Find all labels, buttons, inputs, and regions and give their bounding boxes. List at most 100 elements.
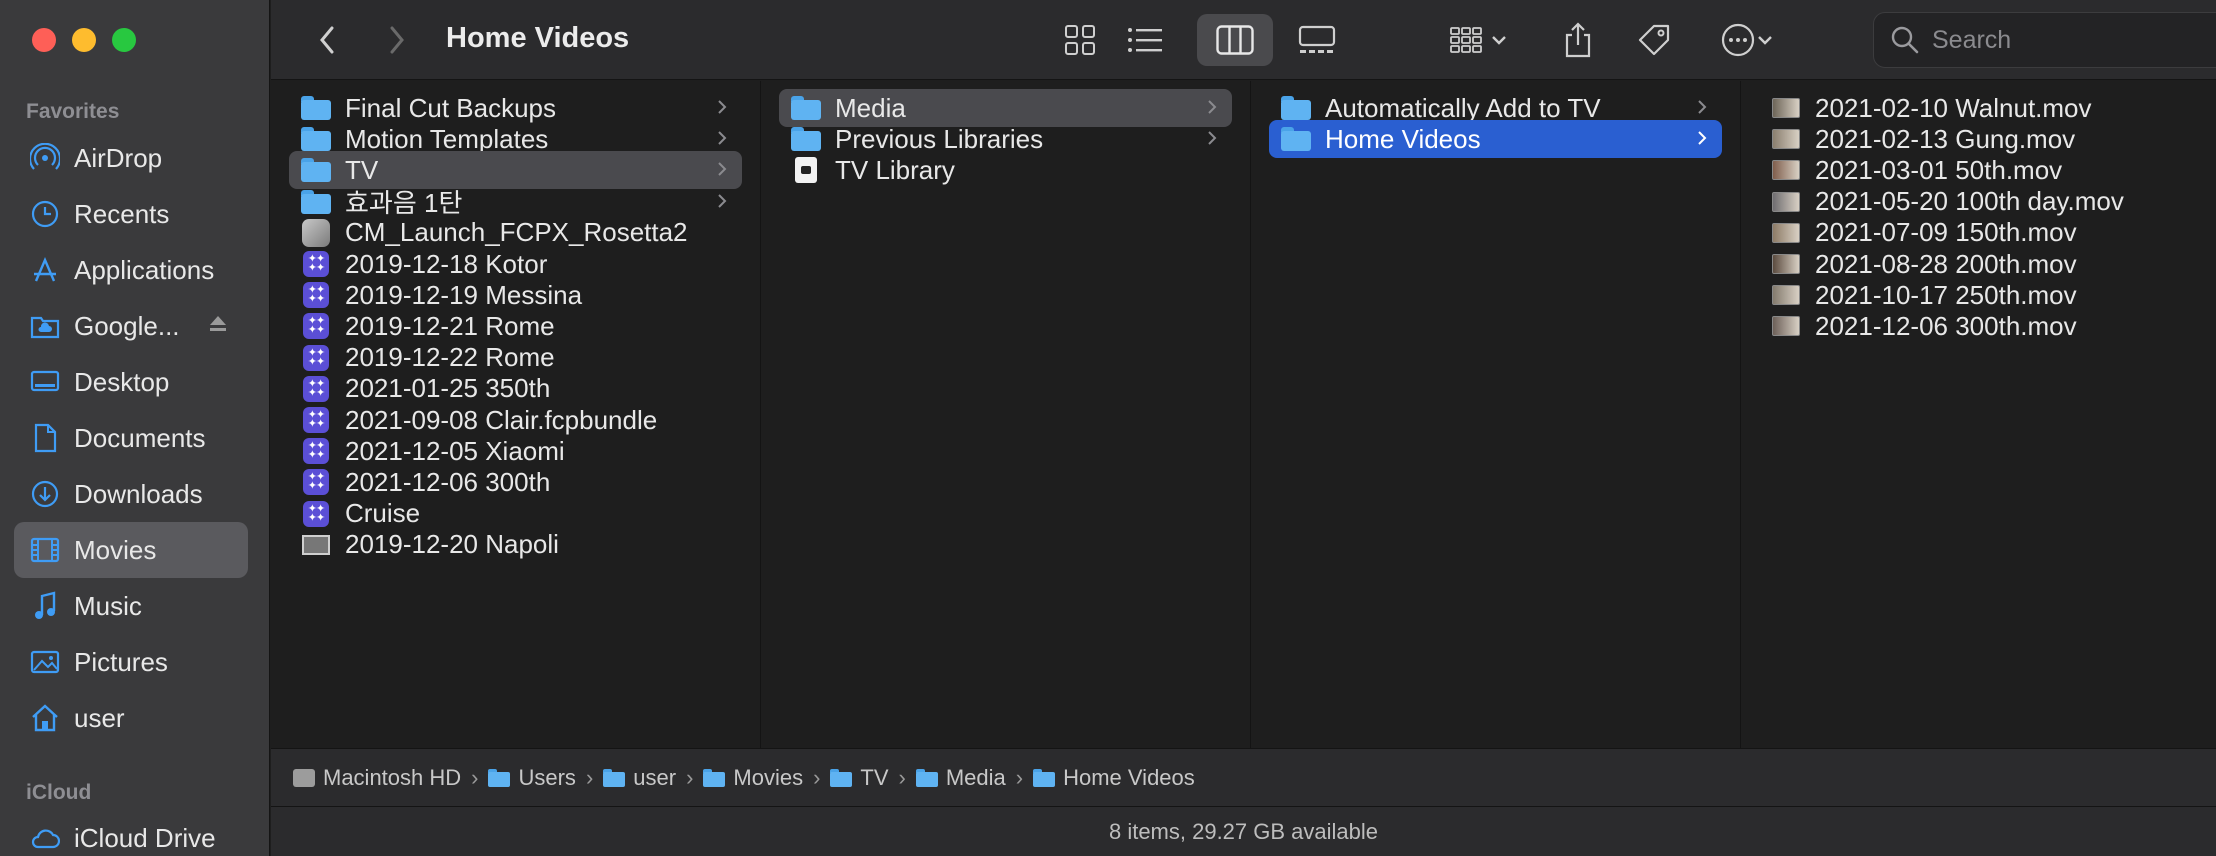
- path-crumb[interactable]: Media: [915, 765, 1006, 791]
- document-icon: [30, 423, 60, 453]
- status-text: 8 items, 29.27 GB available: [1108, 818, 1379, 844]
- sidebar-item-google[interactable]: Google...: [14, 298, 248, 354]
- path-crumb[interactable]: Macintosh HD: [293, 765, 461, 791]
- applications-icon: [30, 255, 60, 285]
- list-icon: [1128, 28, 1162, 52]
- search-icon: [1891, 26, 1919, 54]
- sidebar-item-recents[interactable]: Recents: [14, 186, 248, 242]
- sidebar-item-applications[interactable]: Applications: [14, 242, 248, 298]
- sidebar-item-label: iCloud Drive: [74, 822, 216, 853]
- sidebar-item-music[interactable]: Music: [14, 578, 248, 634]
- item-label: Previous Libraries: [835, 123, 1044, 154]
- eject-icon[interactable]: [208, 314, 228, 338]
- folder-icon: [1281, 125, 1311, 153]
- sidebar-item-airdrop[interactable]: AirDrop: [14, 130, 248, 186]
- window-title: Home Videos: [446, 22, 630, 54]
- back-button[interactable]: [307, 18, 347, 62]
- path-crumb[interactable]: user: [603, 765, 676, 791]
- item-label: 2021-02-13 Gung.mov: [1815, 123, 2076, 154]
- video-thumbnail-icon: [1771, 94, 1801, 122]
- fcp-library-icon: ✦✦ ✦✦: [301, 344, 331, 372]
- cloud-folder-icon: [30, 311, 60, 341]
- application-icon: [301, 218, 331, 247]
- path-crumb-label: user: [633, 764, 677, 790]
- column-3[interactable]: Automatically Add to TV Home Videos: [1251, 81, 1741, 748]
- sidebar-item-desktop[interactable]: Desktop: [14, 354, 248, 410]
- file-item[interactable]: 2019-12-20 Napoli: [289, 526, 742, 564]
- clock-icon: [30, 199, 60, 229]
- search-input[interactable]: [1932, 25, 2216, 55]
- sidebar-item-downloads[interactable]: Downloads: [14, 466, 248, 522]
- path-crumb-label: Home Videos: [1063, 764, 1195, 790]
- sidebar: Favorites AirDrop Recents Applications Goog…: [0, 0, 270, 856]
- grid-icon: [1065, 25, 1095, 55]
- item-label: Motion Templates: [345, 123, 549, 154]
- item-label: 2019-12-22 Rome: [345, 342, 555, 373]
- gallery-view-button[interactable]: [1289, 14, 1345, 66]
- group-by-button[interactable]: [1439, 14, 1519, 66]
- tags-button[interactable]: [1629, 14, 1679, 66]
- video-thumbnail-icon: [1771, 156, 1801, 184]
- chevron-down-icon: [1758, 36, 1772, 45]
- sidebar-item-documents[interactable]: Documents: [14, 410, 248, 466]
- fcp-library-icon: ✦✦ ✦✦: [301, 281, 331, 309]
- sidebar-item-user[interactable]: user: [14, 690, 248, 746]
- sidebar-item-label: Pictures: [74, 646, 168, 677]
- file-item[interactable]: TV Library: [779, 151, 1232, 189]
- column-4[interactable]: 2021-02-10 Walnut.mov 2021-02-13 Gung.mov…: [1741, 81, 2216, 748]
- fcp-library-icon: ✦✦ ✦✦: [301, 406, 331, 434]
- forward-button[interactable]: [377, 18, 417, 62]
- sidebar-item-label: Movies: [74, 534, 157, 565]
- folder-icon: [301, 188, 331, 216]
- path-crumb[interactable]: Movies: [703, 765, 803, 791]
- favorites-heading: Favorites: [26, 100, 120, 123]
- zoom-window-button[interactable]: [112, 28, 136, 52]
- file-item[interactable]: 2021-12-06 300th.mov: [1759, 307, 2198, 345]
- column-view-button[interactable]: [1197, 14, 1273, 66]
- sidebar-item-pictures[interactable]: Pictures: [14, 634, 248, 690]
- folder-icon: [1033, 768, 1056, 787]
- path-crumb[interactable]: Home Videos: [1033, 765, 1195, 791]
- sidebar-item-icloud-drive[interactable]: iCloud Drive: [14, 810, 248, 856]
- item-label: 2019-12-20 Napoli: [345, 529, 559, 560]
- fcp-library-icon: ✦✦ ✦✦: [301, 375, 331, 403]
- folder-icon: [703, 768, 726, 787]
- search-field[interactable]: [1873, 12, 2216, 68]
- fcp-library-icon: ✦✦ ✦✦: [301, 437, 331, 465]
- column-2[interactable]: Media Previous Libraries TV Library: [761, 81, 1251, 748]
- minimize-window-button[interactable]: [72, 28, 96, 52]
- item-label: 2021-12-05 Xiaomi: [345, 435, 565, 466]
- list-view-button[interactable]: [1117, 14, 1173, 66]
- toolbar: Home Videos: [271, 0, 2216, 80]
- item-label: 2021-12-06 300th: [345, 466, 551, 497]
- path-separator-icon: ›: [1015, 764, 1024, 790]
- item-label: CM_Launch_FCPX_Rosetta2: [345, 217, 688, 248]
- column-browser: Final Cut Backups Motion Templates TV 효과음 1…: [271, 81, 2216, 748]
- icloud-heading: iCloud: [26, 781, 92, 804]
- path-crumb[interactable]: TV: [830, 764, 889, 791]
- item-label: 2021-08-28 200th.mov: [1815, 248, 2077, 279]
- icon-view-button[interactable]: [1052, 14, 1108, 66]
- path-bar: Macintosh HD › Users › user › Movies › TV › Media ›…: [271, 748, 2216, 806]
- sidebar-item-movies[interactable]: Movies: [14, 522, 248, 578]
- folder-icon: [830, 768, 853, 787]
- video-thumbnail-icon: [1771, 250, 1801, 278]
- item-label: 2021-10-17 250th.mov: [1815, 279, 2077, 310]
- share-icon: [1565, 22, 1591, 58]
- chevron-right-icon: [390, 26, 404, 54]
- item-label: TV: [345, 154, 379, 185]
- folder-icon: [791, 94, 821, 122]
- item-label: 2019-12-21 Rome: [345, 310, 555, 341]
- group-icon: [1450, 27, 1482, 53]
- folder-item[interactable]: Home Videos: [1269, 120, 1722, 159]
- columns-icon: [1216, 25, 1254, 55]
- more-actions-button[interactable]: [1707, 14, 1787, 66]
- music-icon: [30, 591, 60, 621]
- path-crumb[interactable]: Users: [488, 765, 576, 791]
- close-window-button[interactable]: [32, 28, 56, 52]
- path-crumb-label: TV: [860, 764, 889, 790]
- folder-icon: [915, 768, 938, 787]
- share-button[interactable]: [1553, 14, 1603, 66]
- column-1[interactable]: Final Cut Backups Motion Templates TV 효과음 1…: [271, 81, 761, 748]
- item-label: Home Videos: [1325, 123, 1481, 154]
